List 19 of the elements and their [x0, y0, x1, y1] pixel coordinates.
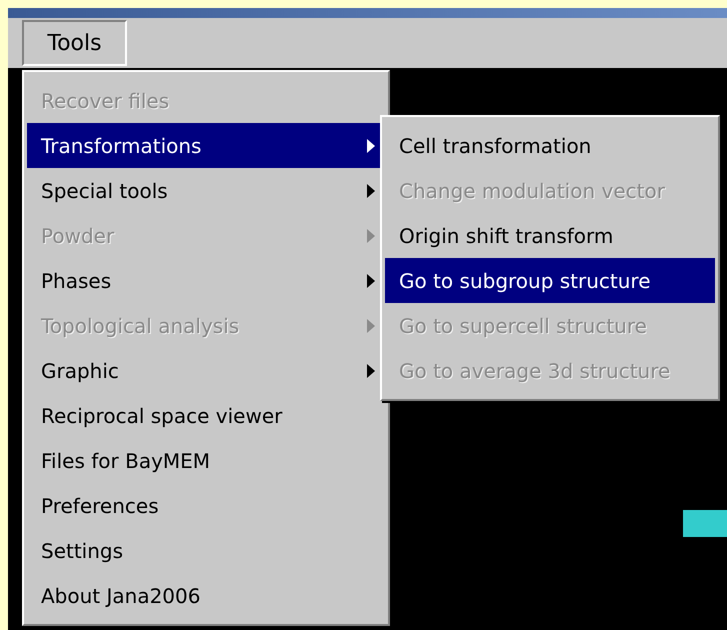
- submenu-arrow-icon: [367, 318, 375, 332]
- menu-item[interactable]: Reciprocal space viewer: [27, 393, 385, 438]
- menu-item[interactable]: Files for BayMEM: [27, 438, 385, 483]
- submenu-arrow-icon: [367, 364, 375, 378]
- menu-item[interactable]: About Jana2006: [27, 573, 385, 618]
- menu-item[interactable]: Special tools: [27, 168, 385, 213]
- submenu-arrow-icon: [367, 274, 375, 288]
- submenu-arrow-icon: [367, 228, 375, 242]
- submenu-arrow-icon: [367, 184, 375, 198]
- menu-item[interactable]: Preferences: [27, 483, 385, 528]
- menu-title[interactable]: Tools: [22, 20, 127, 66]
- menu-item[interactable]: Settings: [27, 528, 385, 573]
- menu-item[interactable]: Phases: [27, 258, 385, 303]
- menu-item[interactable]: Graphic: [27, 348, 385, 393]
- menu-item[interactable]: Origin shift transform: [385, 213, 715, 258]
- submenu-arrow-icon: [367, 138, 375, 152]
- menu-item[interactable]: Cell transformation: [385, 123, 715, 168]
- menu-item[interactable]: Go to subgroup structure: [385, 258, 715, 303]
- canvas-block: [683, 510, 727, 537]
